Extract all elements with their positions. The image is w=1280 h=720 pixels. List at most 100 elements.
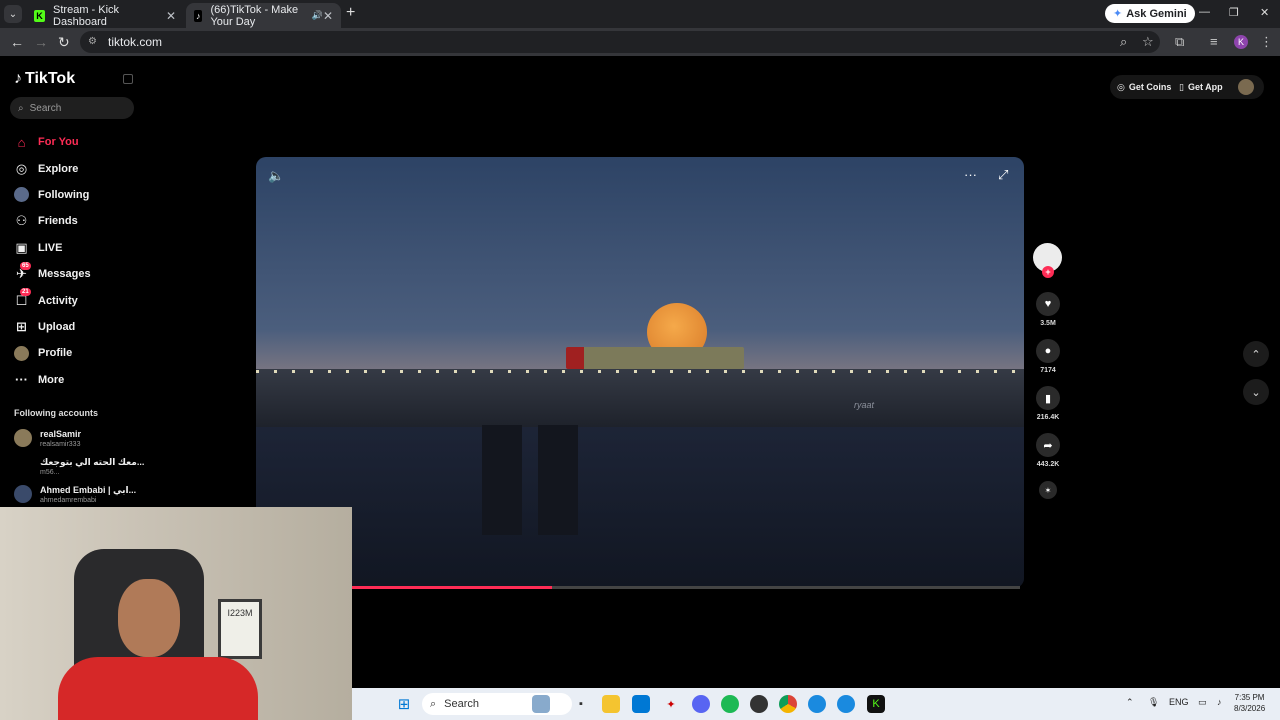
reload-icon[interactable]: ↻ xyxy=(58,34,70,51)
clock-time: 7:35 PM xyxy=(1234,693,1265,702)
sidebar-item-upload[interactable]: ⊞ Upload xyxy=(14,314,144,340)
obs-icon[interactable] xyxy=(750,695,768,713)
follow-plus-icon[interactable]: + xyxy=(1042,266,1054,278)
new-tab-icon[interactable]: + xyxy=(346,4,355,22)
following-account[interactable]: معك الحته الي بتوجعك... m56... xyxy=(14,457,144,477)
search-icon: ⌕ xyxy=(430,697,437,710)
like-button[interactable]: ♥ 3.5M xyxy=(1033,292,1063,327)
chrome-icon[interactable] xyxy=(779,695,797,713)
share-button[interactable]: ➦ 443.2K xyxy=(1033,433,1063,468)
tray-overflow-icon[interactable]: ⌃ xyxy=(1126,697,1134,708)
sidebar-item-label: Messages xyxy=(38,268,91,281)
edge-icon[interactable] xyxy=(808,695,826,713)
bridge-lights xyxy=(256,370,1024,373)
sidebar-item-for-you[interactable]: ⌂ For You xyxy=(14,129,144,155)
taskbar-clock[interactable]: 7:35 PM 8/3/2026 xyxy=(1234,692,1265,714)
close-icon[interactable]: ✕ xyxy=(166,9,176,23)
tab-tiktok[interactable]: ♪ (66)TikTok - Make Your Day 🔊 ✕ xyxy=(186,3,341,28)
avatar xyxy=(14,457,32,475)
bridge-pillar xyxy=(482,425,522,535)
discord-icon[interactable] xyxy=(692,695,710,713)
site-info-icon[interactable]: ⚙ xyxy=(88,36,100,48)
user-avatar[interactable] xyxy=(1238,79,1254,95)
coin-icon: ◎ xyxy=(1117,81,1125,92)
webcam-overlay: I223M xyxy=(0,507,352,720)
sidebar-item-messages[interactable]: ✈ 65 Messages xyxy=(14,261,144,287)
save-button[interactable]: ▮ 216.4K xyxy=(1033,386,1063,421)
ask-gemini-button[interactable]: ✦ Ask Gemini xyxy=(1105,4,1195,23)
menu-icon[interactable]: ⋮ xyxy=(1260,34,1273,50)
forward-icon[interactable]: → xyxy=(34,34,48,50)
following-account[interactable]: Ahmed Embabi | ابي... ahmedamrembabi xyxy=(14,485,136,505)
messages-badge: 65 xyxy=(20,261,31,270)
address-bar[interactable]: ⚙ tiktok.com xyxy=(80,31,1160,53)
sidebar-item-label: Upload xyxy=(38,320,76,333)
get-app-button[interactable]: ▯ Get App xyxy=(1179,77,1223,97)
more-options-icon[interactable]: ··· xyxy=(964,167,977,182)
comment-button[interactable]: ● 7174 xyxy=(1033,339,1063,374)
next-video-button[interactable]: ⌄ xyxy=(1243,379,1269,405)
zoom-icon[interactable]: ⌕ xyxy=(1120,34,1127,50)
browser-toolbar: ← → ↻ ⚙ tiktok.com ⌕ ☆ ⧉ ≡ ⋮ xyxy=(0,28,1280,56)
tab-title: (66)TikTok - Make Your Day xyxy=(210,3,299,28)
store-icon[interactable] xyxy=(632,695,650,713)
sidebar-item-activity[interactable]: ☐ 21 Activity xyxy=(14,287,144,313)
video-player[interactable]: 🔈 ··· ⤢ ryaat xyxy=(256,157,1024,588)
chevron-up-icon: ⌃ xyxy=(1251,348,1261,361)
sound-button[interactable]: ✶ xyxy=(1033,481,1063,499)
restore-icon[interactable]: ❐ xyxy=(1229,6,1239,19)
home-icon: ⌂ xyxy=(17,134,26,150)
windows-start-icon[interactable]: ⊞ xyxy=(395,695,413,713)
wall-frame: I223M xyxy=(218,599,262,659)
language-indicator[interactable]: ENG xyxy=(1169,697,1189,707)
get-coins-button[interactable]: ◎ Get Coins xyxy=(1117,77,1171,97)
sidebar-item-friends[interactable]: ⚇ Friends xyxy=(14,208,144,234)
live-icon: ▣ xyxy=(15,239,28,255)
bookmark-star-icon[interactable]: ☆ xyxy=(1142,34,1154,50)
spotify-icon[interactable] xyxy=(721,695,739,713)
profile-icon xyxy=(14,345,29,361)
clock-date: 8/3/2026 xyxy=(1234,704,1266,713)
sidebar-item-live[interactable]: ▣ LIVE xyxy=(14,235,144,261)
sparkle-icon: ✦ xyxy=(1113,8,1123,20)
search-icon: ⌕ xyxy=(18,102,24,114)
sidebar-item-more[interactable]: ··· More xyxy=(14,367,144,393)
activity-badge: 21 xyxy=(20,288,31,297)
fullscreen-icon[interactable]: ⤢ xyxy=(998,167,1008,183)
logo-text: TikTok xyxy=(25,70,76,87)
minimize-icon[interactable]: — xyxy=(1199,6,1210,18)
close-icon[interactable]: ✕ xyxy=(323,9,333,23)
gemini-label: Ask Gemini xyxy=(1126,7,1187,20)
sidebar-item-following[interactable]: Following xyxy=(14,182,144,208)
sound-disc-icon: ✶ xyxy=(1039,481,1057,499)
widget-icon[interactable] xyxy=(532,695,550,713)
speaker-icon[interactable]: 🔊 xyxy=(312,10,323,21)
previous-video-button[interactable]: ⌃ xyxy=(1243,341,1269,367)
sidebar-item-explore[interactable]: ◎ Explore xyxy=(14,155,144,181)
avatar xyxy=(14,429,32,447)
tab-list-icon[interactable]: ⌄ xyxy=(4,5,22,23)
extensions-icon[interactable]: ⧉ xyxy=(1175,34,1184,50)
volume-icon[interactable]: 🔈 xyxy=(268,168,284,184)
microphone-icon[interactable]: 🎙 xyxy=(1148,697,1159,708)
display-icon[interactable]: ▭ xyxy=(1198,697,1207,708)
following-account[interactable]: realSamir realsamir333 xyxy=(14,429,81,449)
account-handle: ahmedamrembabi xyxy=(40,497,97,504)
tiktok-logo[interactable]: ♪ TikTok xyxy=(14,70,75,88)
task-view-icon[interactable]: ▪ xyxy=(572,695,590,713)
browser-profile-avatar[interactable]: K xyxy=(1234,35,1248,49)
volume-tray-icon[interactable]: ♪ xyxy=(1217,697,1222,707)
close-window-icon[interactable]: ✕ xyxy=(1260,6,1269,19)
video-progress-bar[interactable] xyxy=(352,586,1020,589)
sidebar-item-profile[interactable]: Profile xyxy=(14,340,144,366)
tab-kick[interactable]: K Stream - Kick Dashboard ✕ xyxy=(26,3,184,28)
compass-icon: ◎ xyxy=(15,160,28,176)
media-control-icon[interactable]: ≡ xyxy=(1210,34,1218,49)
search-input[interactable]: ⌕ Search xyxy=(10,97,134,119)
edge-icon[interactable] xyxy=(837,695,855,713)
back-icon[interactable]: ← xyxy=(10,34,24,50)
file-explorer-icon[interactable] xyxy=(602,695,620,713)
kick-app-icon[interactable]: K xyxy=(867,695,885,713)
collapse-sidebar-icon[interactable] xyxy=(123,74,133,84)
app-icon[interactable]: ✦ xyxy=(662,695,680,713)
